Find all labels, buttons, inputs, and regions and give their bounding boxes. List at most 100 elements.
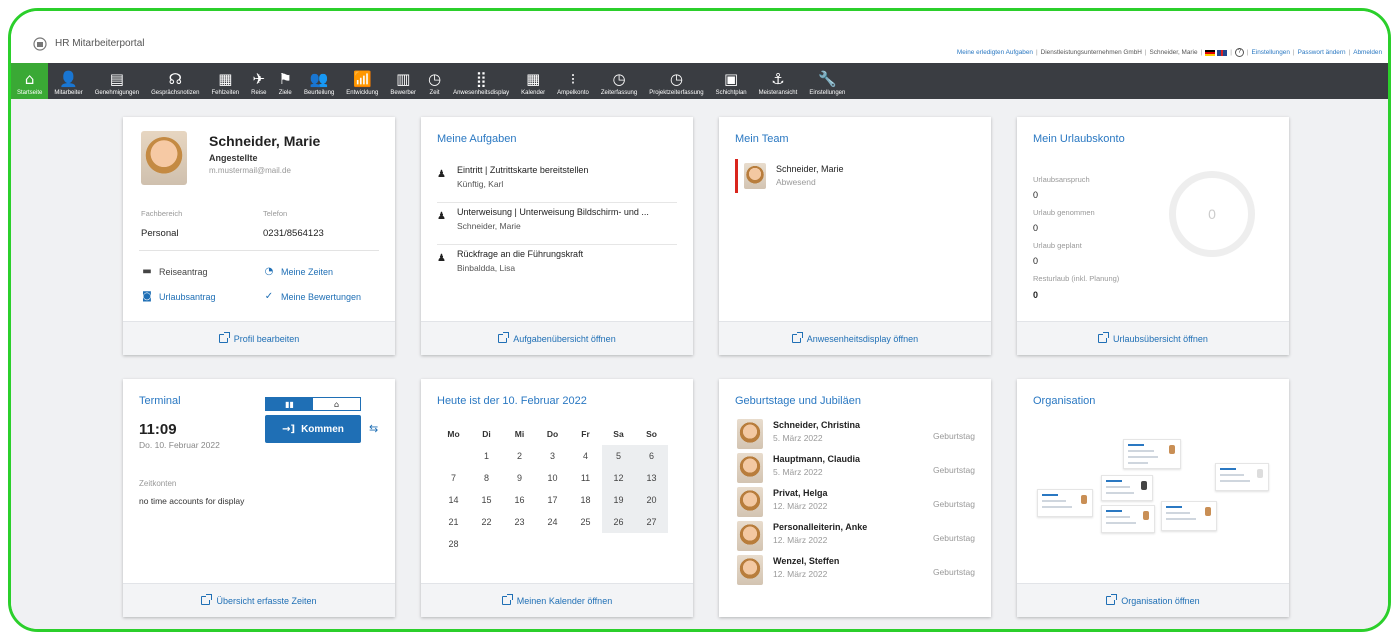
edit-profile-button[interactable]: Profil bearbeiten bbox=[123, 321, 395, 355]
nav-item-reise[interactable]: ✈ Reise bbox=[245, 63, 272, 99]
my-times-link[interactable]: ◔ Meine Zeiten bbox=[263, 266, 333, 277]
calendar-day[interactable]: 1 bbox=[470, 445, 503, 467]
nav-item-fehlzeiten[interactable]: ▦ Fehlzeiten bbox=[205, 63, 245, 99]
calendar-day[interactable]: 11 bbox=[569, 467, 602, 489]
travel-request-link[interactable]: ▬ Reiseantrag bbox=[141, 266, 207, 277]
calendar-day[interactable]: 23 bbox=[503, 511, 536, 533]
person-icon: ♟ bbox=[437, 211, 446, 222]
nav-item-anwesenheitsdisplay[interactable]: ⣿ Anwesenheitsdisplay bbox=[447, 63, 515, 99]
task-item[interactable]: ♟ Unterweisung | Unterweisung Bildschirm… bbox=[437, 203, 677, 245]
calendar-icon: ▦ bbox=[526, 70, 541, 88]
done-tasks-link[interactable]: Meine erledigten Aufgaben bbox=[957, 49, 1033, 56]
nav-item-genehmigungen[interactable]: ▤ Genehmigungen bbox=[89, 63, 145, 99]
nav-item-entwicklung[interactable]: 📶 Entwicklung bbox=[340, 63, 384, 99]
vacation-taken-value: 0 bbox=[1033, 223, 1039, 233]
nav-item-zeiterfassung[interactable]: ◷ Zeiterfassung bbox=[595, 63, 643, 99]
calendar-day[interactable]: 7 bbox=[437, 467, 470, 489]
calendar-day[interactable]: 24 bbox=[536, 511, 569, 533]
nav-item-label: Meisteransicht bbox=[758, 90, 798, 96]
change-password-link[interactable]: Passwort ändern bbox=[1298, 49, 1346, 56]
calendar-day[interactable]: 12 bbox=[602, 467, 635, 489]
calendar-day[interactable]: 21 bbox=[437, 511, 470, 533]
nav-item-zeit[interactable]: ◷ Zeit bbox=[422, 63, 447, 99]
team-member[interactable]: Schneider, Marie Abwesend bbox=[735, 159, 935, 193]
settings-link[interactable]: Einstellungen bbox=[1252, 49, 1290, 56]
calendar-day[interactable]: 22 bbox=[470, 511, 503, 533]
nav-item-ziele[interactable]: ⚑ Ziele bbox=[272, 63, 297, 99]
nav-item-ampelkonto[interactable]: ⁝ Ampelkonto bbox=[551, 63, 595, 99]
app-logo-icon bbox=[33, 37, 47, 51]
nav-item-projektzeiterfassung[interactable]: ◷ Projektzeiterfassung bbox=[643, 63, 709, 99]
task-item[interactable]: ♟ Rückfrage an die Führungskraft Binbald… bbox=[437, 245, 677, 287]
calendar-day[interactable]: 20 bbox=[635, 489, 668, 511]
nav-item-gesprächsnotizen[interactable]: ☊ Gesprächsnotizen bbox=[145, 63, 205, 99]
help-icon[interactable]: ? bbox=[1234, 48, 1244, 57]
team-member-status: Abwesend bbox=[776, 177, 816, 187]
birthday-item[interactable]: Hauptmann, Claudia 5. März 2022 Geburtst… bbox=[735, 451, 985, 485]
birthday-item[interactable]: Privat, Helga 12. März 2022 Geburtstag bbox=[735, 485, 985, 519]
open-recorded-times-button[interactable]: Übersicht erfasste Zeiten bbox=[123, 583, 395, 617]
calendar-day[interactable]: 4 bbox=[569, 445, 602, 467]
calendar-day[interactable]: 6 bbox=[635, 445, 668, 467]
department-label: Fachbereich bbox=[141, 209, 183, 218]
vacation-request-link[interactable]: ◙ Urlaubsantrag bbox=[141, 291, 215, 302]
calendar-day[interactable]: 25 bbox=[569, 511, 602, 533]
calendar-day[interactable]: 3 bbox=[536, 445, 569, 467]
nav-item-kalender[interactable]: ▦ Kalender bbox=[515, 63, 551, 99]
calendar-day[interactable]: 5 bbox=[602, 445, 635, 467]
nav-item-schichtplan[interactable]: ▣ Schichtplan bbox=[710, 63, 753, 99]
birthday-item[interactable]: Wenzel, Steffen 12. März 2022 Geburtstag bbox=[735, 553, 985, 587]
open-organisation-button[interactable]: Organisation öffnen bbox=[1017, 583, 1289, 617]
camera-icon: ◙ bbox=[142, 291, 152, 302]
calendar-day[interactable]: 27 bbox=[635, 511, 668, 533]
calendar-day[interactable]: 8 bbox=[470, 467, 503, 489]
calendar-day[interactable]: 10 bbox=[536, 467, 569, 489]
grid-icon: ⣿ bbox=[475, 70, 487, 88]
clock-in-button[interactable]: →] Kommen bbox=[265, 415, 361, 443]
home-mode-icon[interactable]: ⌂ bbox=[313, 398, 360, 410]
calendar-day[interactable]: 26 bbox=[602, 511, 635, 533]
calendar-day[interactable]: 9 bbox=[503, 467, 536, 489]
open-calendar-button[interactable]: Meinen Kalender öffnen bbox=[421, 583, 693, 617]
calendar-empty-cell bbox=[437, 445, 470, 467]
nav-item-beurteilung[interactable]: 👥 Beurteilung bbox=[298, 63, 340, 99]
open-attendance-display-button[interactable]: Anwesenheitsdisplay öffnen bbox=[719, 321, 991, 355]
conversation-notes-icon: ☊ bbox=[168, 70, 182, 88]
nav-item-label: Anwesenheitsdisplay bbox=[453, 90, 510, 96]
german-flag-icon[interactable] bbox=[1205, 49, 1216, 56]
nav-item-einstellungen[interactable]: 🔧 Einstellungen bbox=[803, 63, 851, 99]
birthday-item[interactable]: Schneider, Christina 5. März 2022 Geburt… bbox=[735, 417, 985, 451]
swap-icon[interactable]: ⇆ bbox=[369, 422, 378, 435]
clock-in-label: Kommen bbox=[301, 423, 344, 435]
calendar-empty-cell bbox=[635, 533, 668, 555]
english-flag-icon[interactable] bbox=[1217, 49, 1228, 56]
calendar-day[interactable]: 13 bbox=[635, 467, 668, 489]
vacation-ring-chart: 0 bbox=[1169, 171, 1255, 257]
open-tasks-overview-button[interactable]: Aufgabenübersicht öffnen bbox=[421, 321, 693, 355]
office-mode-icon[interactable]: ▮▮ bbox=[266, 398, 313, 410]
my-ratings-link[interactable]: ✓ Meine Bewertungen bbox=[263, 291, 361, 302]
terminal-title: Terminal bbox=[139, 395, 181, 407]
nav-item-label: Mitarbeiter bbox=[54, 90, 83, 96]
calendar-day[interactable]: 28 bbox=[437, 533, 470, 555]
logout-link[interactable]: Abmelden bbox=[1353, 49, 1382, 56]
org-chart-thumbnail[interactable] bbox=[1037, 439, 1277, 549]
task-item[interactable]: ♟ Eintritt | Zutrittskarte bereitstellen… bbox=[437, 161, 677, 203]
birthdays-card: Geburtstage und Jubiläen Schneider, Chri… bbox=[719, 379, 991, 617]
tasks-card: Meine Aufgaben ♟ Eintritt | Zutrittskart… bbox=[421, 117, 693, 355]
nav-item-mitarbeiter[interactable]: 👤 Mitarbeiter bbox=[48, 63, 88, 99]
calendar-day[interactable]: 2 bbox=[503, 445, 536, 467]
nav-item-startseite[interactable]: ⌂ Startseite bbox=[11, 63, 49, 99]
birthday-item[interactable]: Personalleiterin, Anke 12. März 2022 Geb… bbox=[735, 519, 985, 553]
calendar-day[interactable]: 18 bbox=[569, 489, 602, 511]
calendar-day[interactable]: 16 bbox=[503, 489, 536, 511]
open-vacation-overview-button[interactable]: Urlaubsübersicht öffnen bbox=[1017, 321, 1289, 355]
weekday-header: Fr bbox=[581, 429, 590, 439]
calendar-day[interactable]: 19 bbox=[602, 489, 635, 511]
nav-item-bewerber[interactable]: ▥ Bewerber bbox=[384, 63, 422, 99]
nav-item-meisteransicht[interactable]: ⚓ Meisteransicht bbox=[753, 63, 804, 99]
calendar-day[interactable]: 14 bbox=[437, 489, 470, 511]
calendar-day[interactable]: 15 bbox=[470, 489, 503, 511]
nav-item-label: Einstellungen bbox=[809, 90, 846, 96]
calendar-day[interactable]: 17 bbox=[536, 489, 569, 511]
